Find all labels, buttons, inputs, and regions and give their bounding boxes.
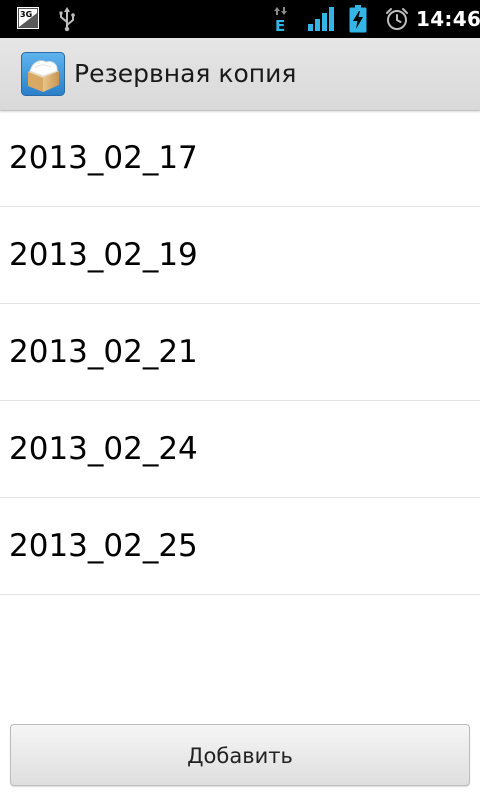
list-item[interactable]: 2013_02_24 <box>0 401 480 498</box>
page-title: Резервная копия <box>74 59 297 88</box>
title-bar: Резервная копия <box>0 38 480 111</box>
backup-box-icon <box>21 52 65 96</box>
list-item[interactable]: 2013_02_19 <box>0 207 480 304</box>
status-bar: 3G E 14:46 <box>0 0 480 38</box>
list-item-label: 2013_02_21 <box>9 334 198 370</box>
add-button[interactable]: Добавить <box>10 724 470 786</box>
alarm-icon <box>386 8 408 30</box>
list-item[interactable]: 2013_02_21 <box>0 304 480 401</box>
list-item-label: 2013_02_25 <box>9 528 198 564</box>
usb-icon <box>59 7 75 32</box>
list-item[interactable]: 2013_02_17 <box>0 110 480 207</box>
data-indicator-text: E <box>275 17 285 32</box>
battery-charging-icon <box>349 5 367 33</box>
backup-list: 2013_02_17 2013_02_19 2013_02_21 2013_02… <box>0 110 480 595</box>
status-time: 14:46 <box>416 7 480 31</box>
list-item-label: 2013_02_19 <box>9 237 198 273</box>
list-item-label: 2013_02_24 <box>9 431 198 467</box>
list-item-label: 2013_02_17 <box>9 140 198 176</box>
signal-icon <box>308 7 334 31</box>
network-badge-text: 3G <box>20 10 32 19</box>
list-item[interactable]: 2013_02_25 <box>0 498 480 595</box>
screen: 3G E 14:46 Резервная копия 2013_02_17 20… <box>0 0 480 800</box>
add-button-label: Добавить <box>187 744 293 768</box>
data-arrows-icon: E <box>274 7 287 32</box>
3g-icon: 3G <box>17 7 39 29</box>
